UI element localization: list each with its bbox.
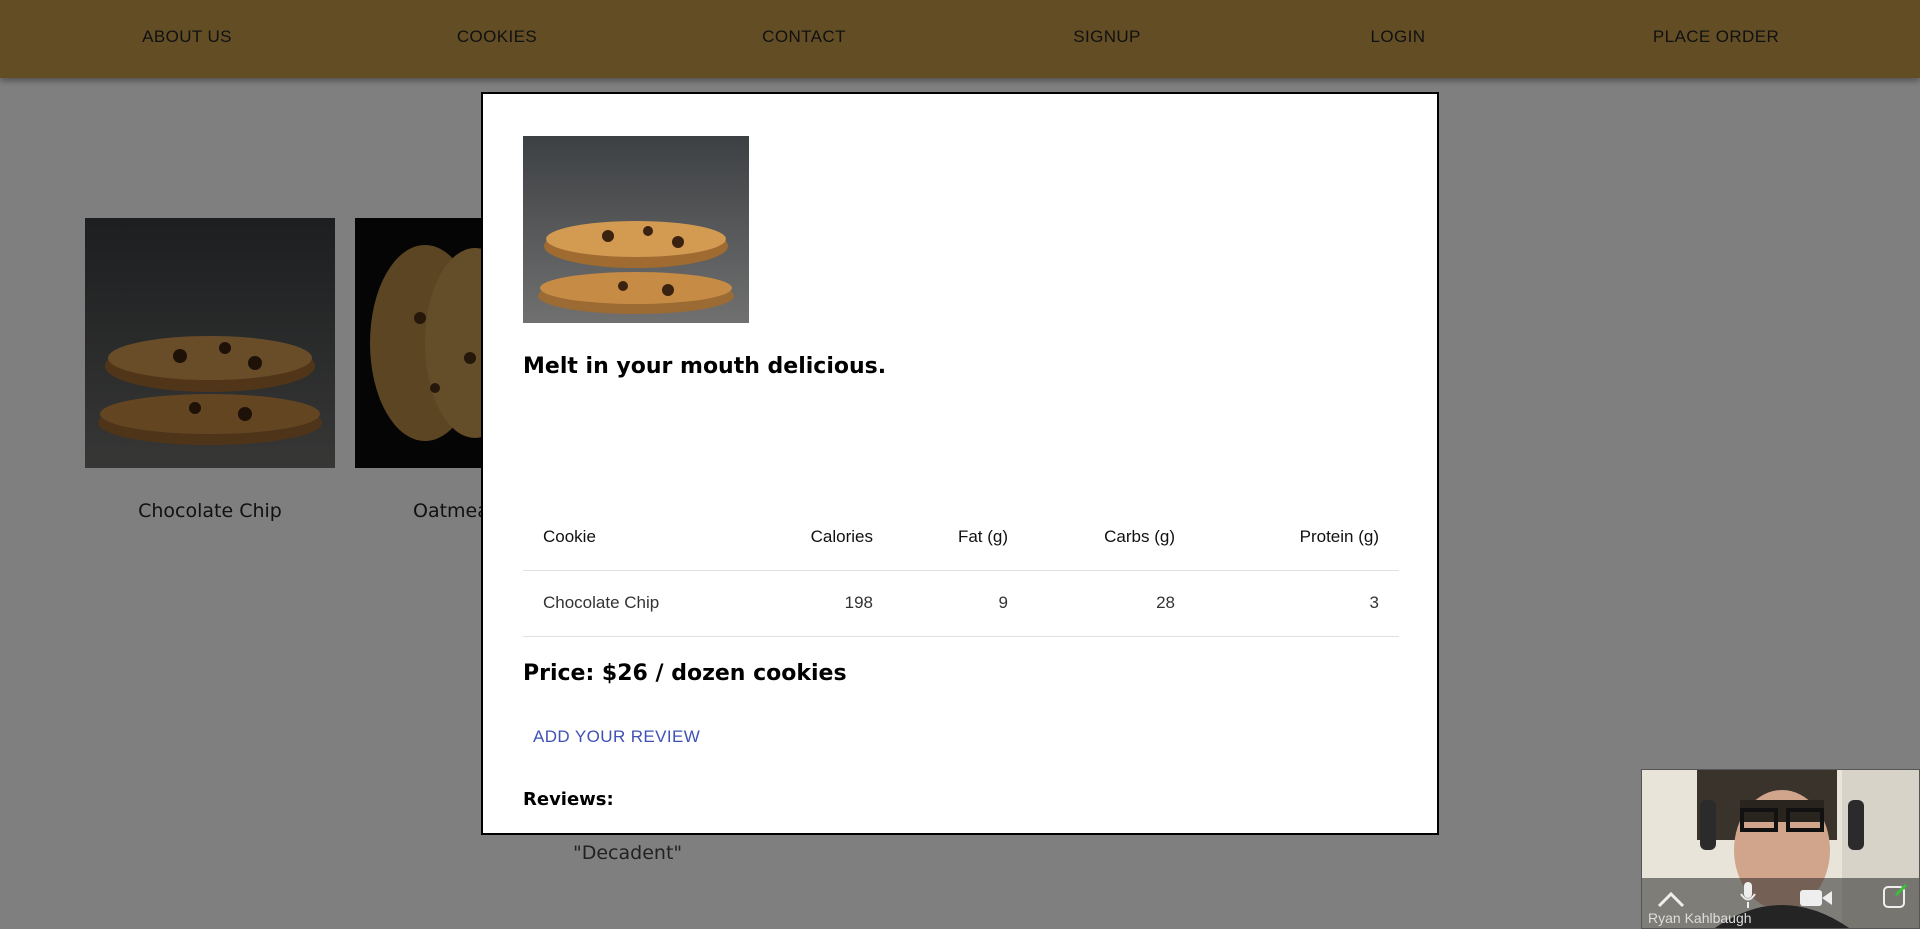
cookie-detail-modal: Melt in your mouth delicious. Cookie Cal… (481, 92, 1439, 864)
table-header-row: Cookie Calories Fat (g) Carbs (g) Protei… (523, 504, 1399, 571)
cell-protein: 3 (1195, 570, 1399, 637)
cell-cookie: Chocolate Chip (523, 570, 743, 637)
cell-carbs: 28 (1028, 570, 1195, 637)
nutrition-table: Cookie Calories Fat (g) Carbs (g) Protei… (523, 504, 1399, 637)
price-label: Price: $26 / dozen cookies (523, 661, 847, 686)
table-row: Chocolate Chip 198 9 28 3 (523, 570, 1399, 637)
column-header-fat: Fat (g) (893, 504, 1028, 571)
reviews-heading: Reviews: (523, 789, 614, 810)
participant-name: Ryan Kahlbaugh (1648, 910, 1752, 926)
column-header-protein: Protein (g) (1195, 504, 1399, 571)
review-item: "Decadent" (573, 842, 683, 864)
column-header-calories: Calories (743, 504, 893, 571)
column-header-cookie: Cookie (523, 504, 743, 571)
camera-icon[interactable] (1799, 887, 1833, 914)
share-screen-icon[interactable] (1882, 883, 1908, 914)
column-header-carbs: Carbs (g) (1028, 504, 1195, 571)
add-review-button[interactable]: ADD YOUR REVIEW (533, 727, 700, 747)
cookie-tagline: Melt in your mouth delicious. (523, 354, 887, 379)
cell-fat: 9 (893, 570, 1028, 637)
video-call-widget[interactable]: Ryan Kahlbaugh (1641, 769, 1920, 929)
cell-calories: 198 (743, 570, 893, 637)
cookie-detail-image (523, 136, 749, 323)
